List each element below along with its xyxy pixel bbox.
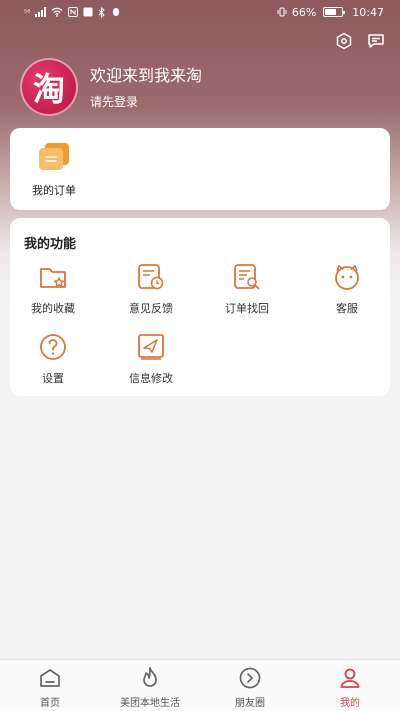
nfc-icon <box>68 7 79 17</box>
folder-star-icon <box>40 268 66 288</box>
signal-label: ⁵⁶ <box>24 7 31 17</box>
settings-label: 设置 <box>42 372 64 385</box>
profile-text: 欢迎来到我来淘 请先登录 <box>90 65 202 110</box>
avatar-logo-text: 淘 <box>32 70 65 108</box>
flame-icon <box>143 667 157 687</box>
info-edit-label: 信息修改 <box>129 372 173 385</box>
login-link[interactable]: 请先登录 <box>90 93 202 110</box>
info-edit-button[interactable]: 信息修改 <box>111 332 191 386</box>
functions-card: 我的功能 我的收藏 意见反馈 订单找回 客服 设置 信息修改 <box>10 218 390 396</box>
orders-card: 我的订单 <box>10 128 390 210</box>
my-orders-button[interactable]: 我的订单 <box>27 142 81 198</box>
feedback-label: 意见反馈 <box>129 302 173 315</box>
feedback-clock-icon <box>138 264 164 290</box>
send-edit-icon <box>138 334 164 360</box>
circle-arrow-icon <box>239 667 261 689</box>
vibrate-icon <box>277 7 287 17</box>
wifi-icon <box>51 7 63 17</box>
bluetooth-icon <box>99 6 106 18</box>
favorites-button[interactable]: 我的收藏 <box>13 262 93 316</box>
order-recovery-button[interactable]: 订单找回 <box>207 262 287 316</box>
help-circle-icon <box>40 334 66 360</box>
settings-button[interactable] <box>334 31 354 51</box>
bottom-tab-bar: 首页 美团本地生活 朋友圈 我的 <box>0 659 400 711</box>
tab-home-label: 首页 <box>40 698 60 709</box>
status-left: ⁵⁶ <box>24 6 121 18</box>
customer-service-label: 客服 <box>336 302 358 315</box>
orders-icon <box>35 142 73 174</box>
welcome-text: 欢迎来到我来淘 <box>90 65 203 85</box>
feedback-button[interactable]: 意见反馈 <box>111 262 191 316</box>
qq-icon <box>113 8 120 16</box>
status-bar: ⁵⁶ 66% 10:47 <box>0 0 400 24</box>
signal-icon <box>35 7 47 17</box>
tab-moments[interactable]: 朋友圈 <box>200 660 300 711</box>
user-icon <box>340 668 360 688</box>
favorites-label: 我的收藏 <box>31 302 75 315</box>
hexagon-settings-icon <box>336 32 352 50</box>
tab-mine-label: 我的 <box>340 698 360 709</box>
functions-title: 我的功能 <box>24 237 77 252</box>
order-recovery-label: 订单找回 <box>225 302 269 315</box>
clock: 10:47 <box>352 5 384 19</box>
message-icon <box>368 34 384 48</box>
battery-percent: 66% <box>291 5 317 19</box>
order-search-icon <box>234 264 260 290</box>
status-right: 66% 10:47 <box>277 6 384 19</box>
tab-home[interactable]: 首页 <box>0 660 100 711</box>
settings-item-button[interactable]: 设置 <box>13 332 93 386</box>
home-icon <box>40 669 60 687</box>
notification-icon <box>83 7 93 17</box>
header-actions <box>334 31 386 51</box>
my-orders-label: 我的订单 <box>32 184 76 197</box>
profile-section[interactable]: 淘 欢迎来到我来淘 请先登录 <box>20 58 202 116</box>
avatar[interactable]: 淘 <box>20 58 78 116</box>
customer-service-button[interactable]: 客服 <box>307 262 387 316</box>
customer-service-icon <box>335 265 359 290</box>
battery-icon <box>323 7 346 17</box>
message-button[interactable] <box>366 31 386 51</box>
tab-local-life[interactable]: 美团本地生活 <box>100 660 200 711</box>
tab-moments-label: 朋友圈 <box>235 698 265 709</box>
tab-mine[interactable]: 我的 <box>300 660 400 711</box>
tab-local-life-label: 美团本地生活 <box>120 698 180 709</box>
